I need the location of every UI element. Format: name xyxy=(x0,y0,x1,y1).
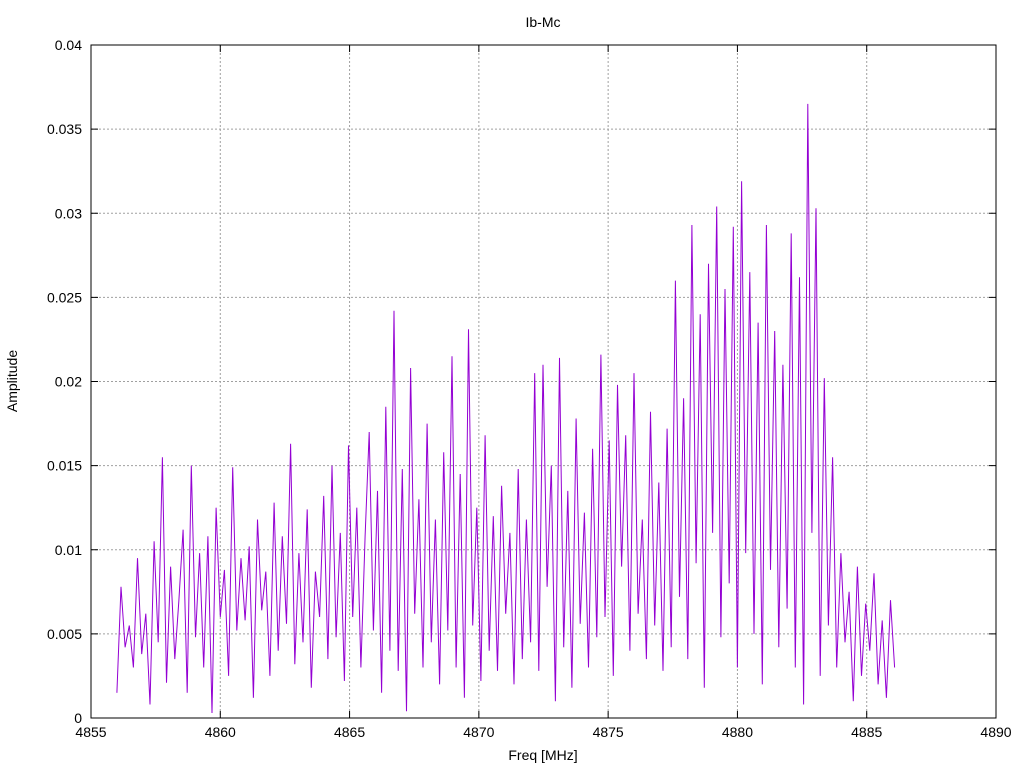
x-tick-label: 4865 xyxy=(334,724,365,740)
y-tick-label: 0.03 xyxy=(55,205,82,221)
series-line xyxy=(116,103,896,714)
y-tick-label: 0.01 xyxy=(55,542,82,558)
x-tick-label: 4870 xyxy=(463,724,494,740)
x-tick-label: 4880 xyxy=(722,724,753,740)
chart-title: Ib-Mc xyxy=(526,14,561,30)
y-tick-label: 0.005 xyxy=(47,626,82,642)
x-tick-label: 4890 xyxy=(980,724,1011,740)
y-tick-label: 0.025 xyxy=(47,289,82,305)
x-tick-label: 4860 xyxy=(205,724,236,740)
y-tick-label: 0 xyxy=(74,710,82,726)
x-tick-label: 4885 xyxy=(851,724,882,740)
y-tick-label: 0.015 xyxy=(47,458,82,474)
y-tick-label: 0.02 xyxy=(55,374,82,390)
y-axis-label: Amplitude xyxy=(4,350,20,412)
y-tick-label: 0.035 xyxy=(47,121,82,137)
x-tick-label: 4875 xyxy=(593,724,624,740)
chart: 4855 4860 4865 4870 4875 4880 4885 4890 0 0.005 0.… xyxy=(4,14,1012,763)
x-tick-label: 4855 xyxy=(75,724,106,740)
x-axis-label: Freq [MHz] xyxy=(508,747,577,763)
y-tick-label: 0.04 xyxy=(55,37,82,53)
